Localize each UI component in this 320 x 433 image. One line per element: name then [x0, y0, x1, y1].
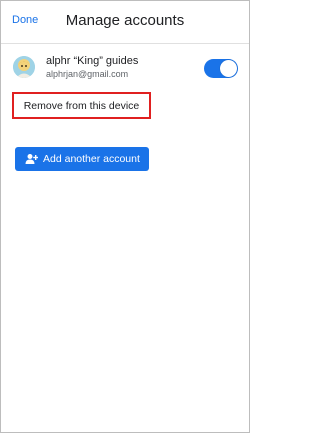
add-another-account-button[interactable]: Add another account: [15, 147, 149, 171]
account-sync-toggle[interactable]: [204, 59, 238, 78]
remove-highlight-box: Remove from this device: [12, 92, 151, 119]
add-account-label: Add another account: [43, 153, 140, 165]
profile-avatar-icon: [13, 56, 35, 78]
account-name: alphr “King” guides: [46, 55, 139, 67]
person-add-icon: [25, 153, 39, 165]
toggle-knob: [220, 60, 237, 77]
header: Done Manage accounts: [1, 1, 249, 43]
page-title: Manage accounts: [65, 12, 185, 29]
account-email: alphrjan@gmail.com: [46, 69, 129, 79]
header-divider: [1, 43, 249, 44]
account-row: alphr “King” guides alphrjan@gmail.com: [1, 51, 249, 87]
manage-accounts-screen: Done Manage accounts alphr “King” guides…: [0, 0, 250, 433]
remove-from-device-button[interactable]: Remove from this device: [16, 96, 147, 115]
